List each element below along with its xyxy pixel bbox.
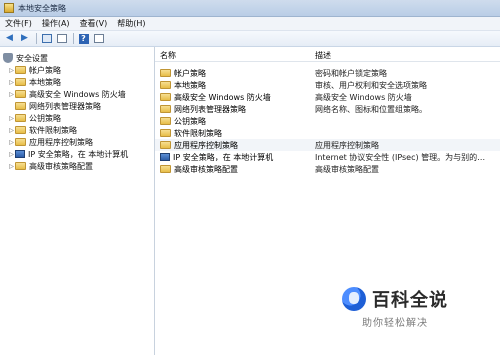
folder-icon xyxy=(15,66,26,74)
list-item[interactable]: 网络列表管理器策略 网络名称、图标和位置组策略。 xyxy=(155,103,500,115)
watermark-title: 百科全说 xyxy=(372,290,448,311)
toolbar-separator xyxy=(73,33,74,44)
window-title: 本地安全策略 xyxy=(18,3,66,13)
tree-item-windows-firewall[interactable]: ▷ 高级安全 Windows 防火墙 xyxy=(8,88,154,100)
list-item-name: 网络列表管理器策略 xyxy=(174,104,246,114)
list-item-description: 密码和帐户锁定策略 xyxy=(315,68,387,78)
computer-icon xyxy=(160,153,170,161)
computer-icon xyxy=(15,150,25,158)
toolbar: ◀ ▶ ? xyxy=(0,31,500,47)
list-item[interactable]: IP 安全策略，在 本地计算机 Internet 协议安全性 (IPsec) 管… xyxy=(155,151,500,163)
menu-file[interactable]: 文件(F) xyxy=(0,18,37,29)
expand-icon[interactable]: ▷ xyxy=(8,115,15,122)
list-item-description: 应用程序控制策略 xyxy=(315,140,379,150)
tree-item-label: IP 安全策略，在 本地计算机 xyxy=(28,149,129,159)
list-item-name: 本地策略 xyxy=(174,80,206,90)
logo-icon xyxy=(342,287,366,311)
watermark: 百科全说 助你轻松解决 xyxy=(334,285,456,330)
list-item[interactable]: 本地策略 审核、用户权利和安全选项策略 xyxy=(155,79,500,91)
column-header-description[interactable]: 描述 xyxy=(315,50,500,61)
folder-icon xyxy=(160,93,171,101)
list-item[interactable]: 软件限制策略 xyxy=(155,127,500,139)
expand-icon[interactable]: ▷ xyxy=(8,67,15,74)
folder-icon xyxy=(15,162,26,170)
folder-icon xyxy=(160,69,171,77)
folder-icon xyxy=(160,81,171,89)
tree-item-local-policies[interactable]: ▷ 本地策略 xyxy=(8,76,154,88)
list-item-description: 审核、用户权利和安全选项策略 xyxy=(315,80,427,90)
expand-icon[interactable]: ▷ xyxy=(8,139,15,146)
folder-icon xyxy=(15,114,26,122)
expand-icon[interactable]: ▷ xyxy=(8,163,15,170)
list-item[interactable]: 高级审核策略配置 高级审核策略配置 xyxy=(155,163,500,175)
column-header-name[interactable]: 名称 xyxy=(155,50,315,61)
properties-icon[interactable] xyxy=(92,33,105,45)
tree-item-label: 高级安全 Windows 防火墙 xyxy=(29,89,126,99)
list-item[interactable]: 高级安全 Windows 防火墙 高级安全 Windows 防火墙 xyxy=(155,91,500,103)
tree-item-account-policies[interactable]: ▷ 帐户策略 xyxy=(8,64,154,76)
list-item[interactable]: 帐户策略 密码和帐户锁定策略 xyxy=(155,67,500,79)
list-item-description: 网络名称、图标和位置组策略。 xyxy=(315,104,427,114)
tree-item-label: 高级审核策略配置 xyxy=(29,161,93,171)
help-icon[interactable]: ? xyxy=(77,33,90,45)
expand-icon[interactable]: ▷ xyxy=(8,91,15,98)
console-tree-icon[interactable] xyxy=(40,33,53,45)
tree-item-software-restriction[interactable]: ▷ 软件限制策略 xyxy=(8,124,154,136)
folder-icon xyxy=(160,105,171,113)
folder-icon xyxy=(160,165,171,173)
expand-icon[interactable]: ▷ xyxy=(8,79,15,86)
toolbar-separator xyxy=(36,33,37,44)
list-item-name: 高级审核策略配置 xyxy=(174,164,238,174)
list-item-description: Internet 协议安全性 (IPsec) 管理。为与别的… xyxy=(315,152,486,162)
list-item[interactable]: 应用程序控制策略 应用程序控制策略 xyxy=(155,139,500,151)
list-item-name: 软件限制策略 xyxy=(174,128,222,138)
watermark-subtitle: 助你轻松解决 xyxy=(362,318,428,329)
list-item-name: 应用程序控制策略 xyxy=(174,140,238,150)
folder-icon xyxy=(160,141,171,149)
policy-list: 帐户策略 密码和帐户锁定策略 本地策略 审核、用户权利和安全选项策略 高级安全 … xyxy=(155,67,500,175)
menu-bar: 文件(F) 操作(A) 查看(V) 帮助(H) xyxy=(0,17,500,31)
console-tree: 安全设置 ▷ 帐户策略 ▷ 本地策略 ▷ 高级安全 Windows 防火墙 网络… xyxy=(0,47,155,355)
tree-item-advanced-audit[interactable]: ▷ 高级审核策略配置 xyxy=(8,160,154,172)
list-item-name: 高级安全 Windows 防火墙 xyxy=(174,92,271,102)
title-bar: 本地安全策略 xyxy=(0,0,500,17)
folder-icon xyxy=(15,102,26,110)
folder-icon xyxy=(15,78,26,86)
export-list-icon[interactable] xyxy=(55,33,68,45)
tree-item-label: 本地策略 xyxy=(29,77,61,87)
folder-icon xyxy=(15,126,26,134)
list-item-description: 高级安全 Windows 防火墙 xyxy=(315,92,412,102)
list-header: 名称 描述 xyxy=(155,50,500,62)
folder-icon xyxy=(160,129,171,137)
forward-icon[interactable]: ▶ xyxy=(18,33,31,45)
tree-root-label: 安全设置 xyxy=(16,53,48,63)
tree-item-label: 网络列表管理器策略 xyxy=(29,101,101,111)
folder-icon xyxy=(15,90,26,98)
menu-action[interactable]: 操作(A) xyxy=(37,18,75,29)
expand-icon[interactable]: ▷ xyxy=(8,127,15,134)
list-item[interactable]: 公钥策略 xyxy=(155,115,500,127)
tree-item-label: 软件限制策略 xyxy=(29,125,77,135)
back-icon[interactable]: ◀ xyxy=(3,33,16,45)
tree-item-public-key-policies[interactable]: ▷ 公钥策略 xyxy=(8,112,154,124)
tree-item-ip-security[interactable]: ▷ IP 安全策略，在 本地计算机 xyxy=(8,148,154,160)
list-item-description: 高级审核策略配置 xyxy=(315,164,379,174)
tree-item-label: 帐户策略 xyxy=(29,65,61,75)
folder-icon xyxy=(160,117,171,125)
list-item-name: 帐户策略 xyxy=(174,68,206,78)
list-item-name: IP 安全策略，在 本地计算机 xyxy=(173,152,274,162)
tree-item-label: 公钥策略 xyxy=(29,113,61,123)
tree-item-application-control[interactable]: ▷ 应用程序控制策略 xyxy=(8,136,154,148)
menu-view[interactable]: 查看(V) xyxy=(75,18,113,29)
tree-root-security-settings[interactable]: 安全设置 xyxy=(3,52,154,64)
app-icon xyxy=(4,3,14,13)
menu-help[interactable]: 帮助(H) xyxy=(112,18,150,29)
tree-item-label: 应用程序控制策略 xyxy=(29,137,93,147)
list-item-name: 公钥策略 xyxy=(174,116,206,126)
tree-item-network-list-manager[interactable]: 网络列表管理器策略 xyxy=(8,100,154,112)
shield-icon xyxy=(3,53,13,63)
expand-icon[interactable]: ▷ xyxy=(8,151,15,158)
folder-icon xyxy=(15,138,26,146)
